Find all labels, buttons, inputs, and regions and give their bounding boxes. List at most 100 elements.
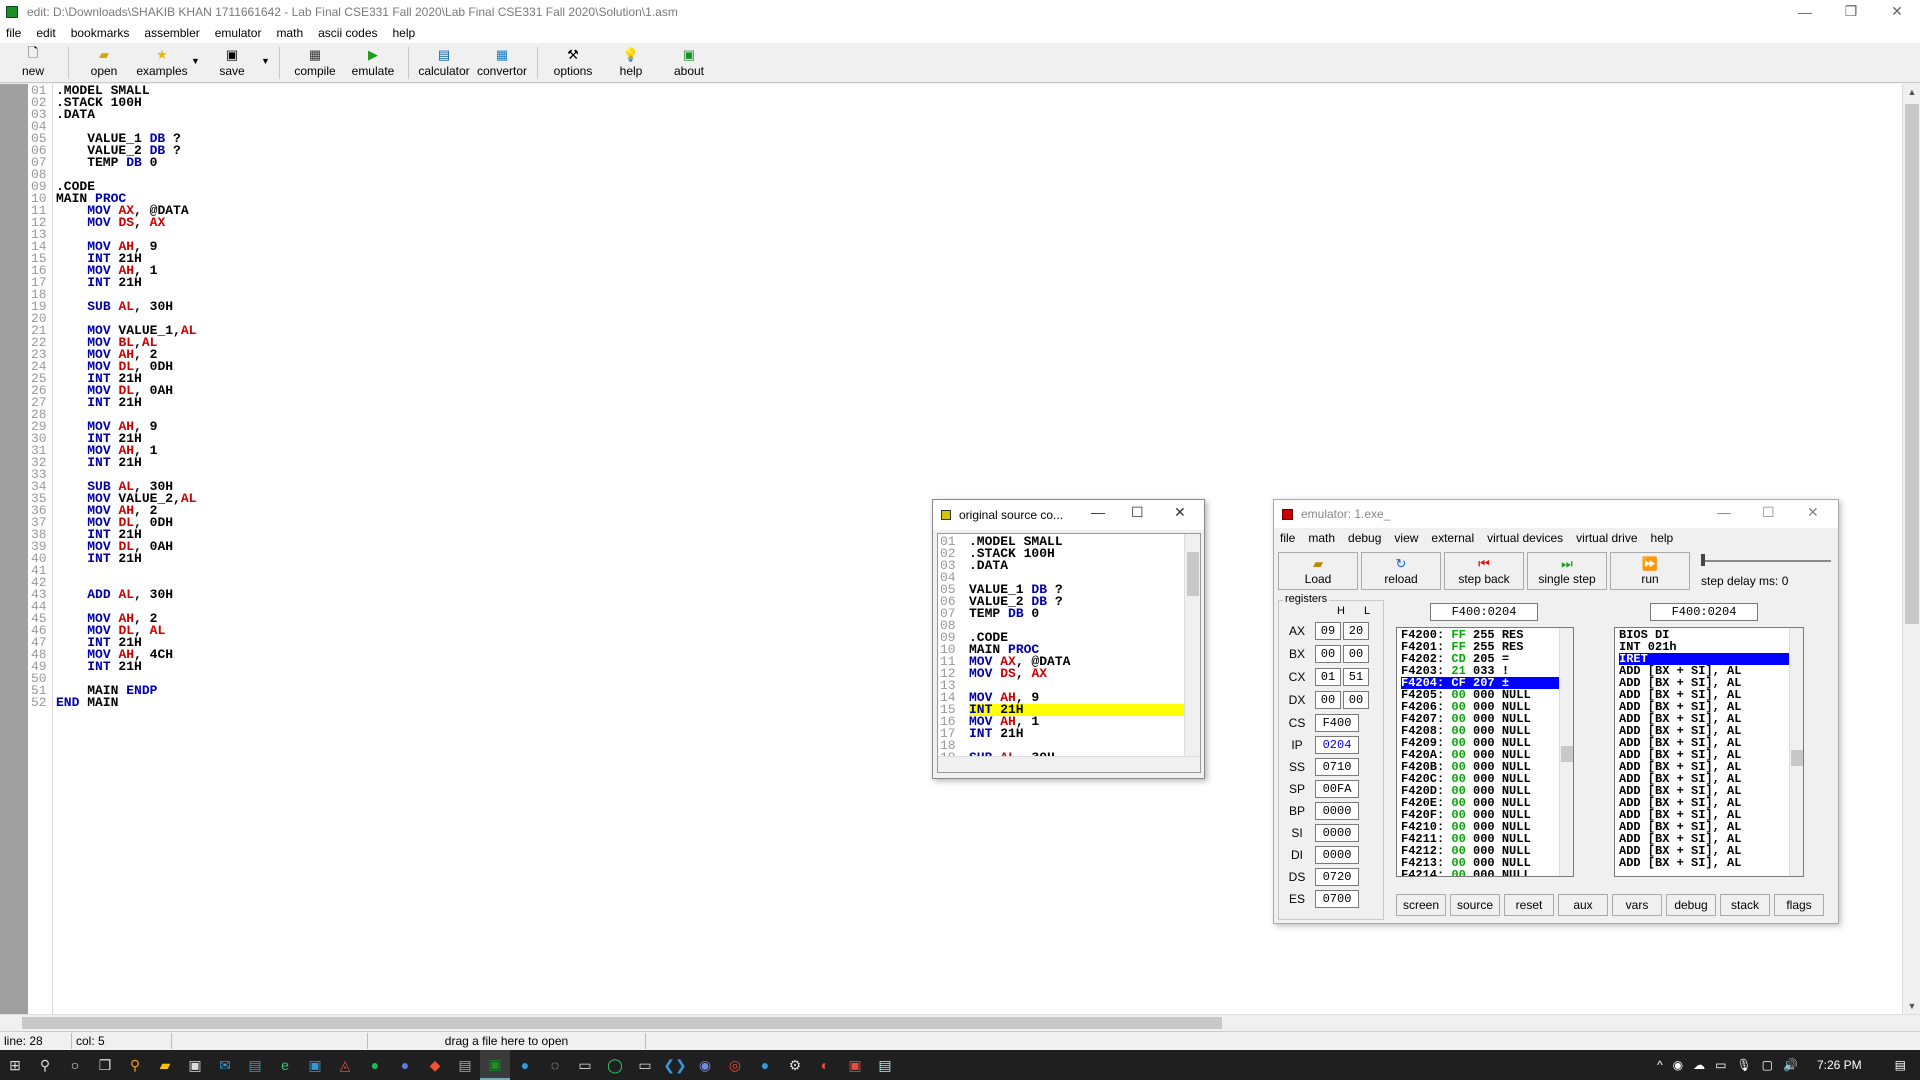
scrollbar-thumb[interactable] <box>1905 104 1919 624</box>
chrome-icon[interactable]: ◎ <box>720 1050 750 1080</box>
close-button[interactable]: ✕ <box>1874 0 1920 23</box>
source-horizontal-scrollbar[interactable] <box>938 756 1200 772</box>
volume-icon[interactable]: 🔊 <box>1783 1058 1798 1072</box>
register-low[interactable]: 20 <box>1343 622 1369 640</box>
emu-menu-file[interactable]: file <box>1280 531 1295 545</box>
maximize-button[interactable]: ☐ <box>1131 504 1144 521</box>
step-back-button[interactable]: ⏮ step back <box>1444 552 1524 590</box>
emulate-button[interactable]: ▶ emulate <box>344 43 402 83</box>
edge-icon[interactable]: e <box>270 1050 300 1080</box>
editor-gutter[interactable] <box>0 84 28 1014</box>
emu-menu-debug[interactable]: debug <box>1348 531 1381 545</box>
menu-bookmarks[interactable]: bookmarks <box>71 26 130 40</box>
menu-ascii-codes[interactable]: ascii codes <box>318 26 377 40</box>
app-icon[interactable]: ⚲ <box>120 1050 150 1080</box>
disassembly-list[interactable]: BIOS DI INT 021h IRET ADD [BX + SI], AL … <box>1614 627 1804 877</box>
memory-selected-row[interactable]: F4204: CF 207 ± <box>1401 677 1573 689</box>
register-value[interactable]: 0204 <box>1315 736 1359 754</box>
vars-button[interactable]: vars <box>1612 894 1662 916</box>
menu-file[interactable]: file <box>6 26 21 40</box>
app-icon[interactable]: ◐ <box>810 1050 840 1080</box>
step-delay-slider[interactable]: step delay ms: 0 <box>1697 552 1837 590</box>
acrobat-icon[interactable]: ◬ <box>330 1050 360 1080</box>
single-step-button[interactable]: ⏭ single step <box>1527 552 1607 590</box>
app-icon[interactable]: ● <box>750 1050 780 1080</box>
about-button[interactable]: ▣ about <box>660 43 718 83</box>
git-icon[interactable]: ◆ <box>420 1050 450 1080</box>
convertor-button[interactable]: ▦ convertor <box>473 43 531 83</box>
help-button[interactable]: 💡 help <box>602 43 660 83</box>
app-icon[interactable]: ▤ <box>240 1050 270 1080</box>
editor-horizontal-scrollbar[interactable] <box>0 1014 1920 1030</box>
slider-knob[interactable] <box>1701 554 1705 566</box>
app-icon[interactable]: ▣ <box>300 1050 330 1080</box>
run-button[interactable]: ⏩ run <box>1610 552 1690 590</box>
emu-menu-view[interactable]: view <box>1394 531 1418 545</box>
app-icon[interactable]: ▭ <box>570 1050 600 1080</box>
register-high[interactable]: 01 <box>1315 668 1341 686</box>
new-button[interactable]: 🗋 new <box>4 43 62 83</box>
maximize-button[interactable]: ❐ <box>1828 0 1874 23</box>
scrollbar-thumb[interactable] <box>1561 746 1573 762</box>
app-icon[interactable]: ● <box>510 1050 540 1080</box>
emu-menu-virtual-devices[interactable]: virtual devices <box>1487 531 1563 545</box>
emu8086-icon[interactable]: ▣ <box>480 1050 510 1080</box>
calculator-button[interactable]: ▤ calculator <box>415 43 473 83</box>
app-icon[interactable]: ▣ <box>840 1050 870 1080</box>
register-low[interactable]: 51 <box>1343 668 1369 686</box>
load-button[interactable]: ▰ Load <box>1278 552 1358 590</box>
terminal-icon[interactable]: ▭ <box>630 1050 660 1080</box>
slider-track[interactable] <box>1701 560 1831 562</box>
examples-dropdown-icon[interactable]: ▼ <box>191 43 203 82</box>
register-high[interactable]: 09 <box>1315 622 1341 640</box>
examples-button[interactable]: ★ examples <box>133 43 191 83</box>
emu-menu-help[interactable]: help <box>1651 531 1674 545</box>
notification-icon[interactable]: ▤ <box>1895 1058 1906 1072</box>
scrollbar-thumb[interactable] <box>22 1017 1222 1029</box>
start-icon[interactable]: ⊞ <box>0 1050 30 1080</box>
disassembly-address-field[interactable]: F400:0204 <box>1650 603 1758 621</box>
emu-menu-virtual-drive[interactable]: virtual drive <box>1576 531 1637 545</box>
debug-button[interactable]: debug <box>1666 894 1716 916</box>
minimize-button[interactable]: — <box>1782 0 1828 23</box>
reload-button[interactable]: ↻ reload <box>1361 552 1441 590</box>
register-low[interactable]: 00 <box>1343 645 1369 663</box>
memory-address-field[interactable]: F400:0204 <box>1430 603 1538 621</box>
stack-button[interactable]: stack <box>1720 894 1770 916</box>
chevron-up-icon[interactable]: ^ <box>1657 1058 1663 1072</box>
emu-menu-external[interactable]: external <box>1431 531 1474 545</box>
register-value[interactable]: 00FA <box>1315 780 1359 798</box>
app-icon[interactable]: ▤ <box>450 1050 480 1080</box>
register-high[interactable]: 00 <box>1315 691 1341 709</box>
battery-icon[interactable]: ▭ <box>1715 1058 1726 1072</box>
minimize-button[interactable]: — <box>1091 504 1105 520</box>
source-vertical-scrollbar[interactable] <box>1184 534 1200 756</box>
menu-emulator[interactable]: emulator <box>215 26 262 40</box>
screen-button[interactable]: screen <box>1396 894 1446 916</box>
register-high[interactable]: 00 <box>1315 645 1341 663</box>
register-value[interactable]: F400 <box>1315 714 1359 732</box>
minimize-button[interactable]: — <box>1717 504 1731 520</box>
app-icon[interactable]: ▤ <box>870 1050 900 1080</box>
spotify-icon[interactable]: ● <box>360 1050 390 1080</box>
flags-button[interactable]: flags <box>1774 894 1824 916</box>
register-value[interactable]: 0710 <box>1315 758 1359 776</box>
menu-math[interactable]: math <box>276 26 303 40</box>
scrollbar-thumb[interactable] <box>1791 750 1803 766</box>
source-code-view[interactable]: 01 02 03 04 05 06 07 08 09 10 11 12 13 1… <box>937 533 1201 773</box>
emu-menu-math[interactable]: math <box>1308 531 1335 545</box>
task-view-icon[interactable]: ❒ <box>90 1050 120 1080</box>
discord-icon[interactable]: ◉ <box>690 1050 720 1080</box>
memory-scrollbar[interactable] <box>1559 628 1573 876</box>
menu-edit[interactable]: edit <box>36 26 55 40</box>
app-icon[interactable]: ⚙ <box>780 1050 810 1080</box>
register-value[interactable]: 0000 <box>1315 846 1359 864</box>
code-text[interactable]: .MODEL SMALL .STACK 100H .DATA VALUE_1 D… <box>56 84 196 709</box>
tray-app-icon[interactable]: ◉ <box>1673 1058 1683 1072</box>
app-icon[interactable]: ◌ <box>540 1050 570 1080</box>
register-value[interactable]: 0000 <box>1315 802 1359 820</box>
save-button[interactable]: ▣ save <box>203 43 261 83</box>
register-low[interactable]: 00 <box>1343 691 1369 709</box>
app-icon[interactable]: ● <box>390 1050 420 1080</box>
register-value[interactable]: 0720 <box>1315 868 1359 886</box>
